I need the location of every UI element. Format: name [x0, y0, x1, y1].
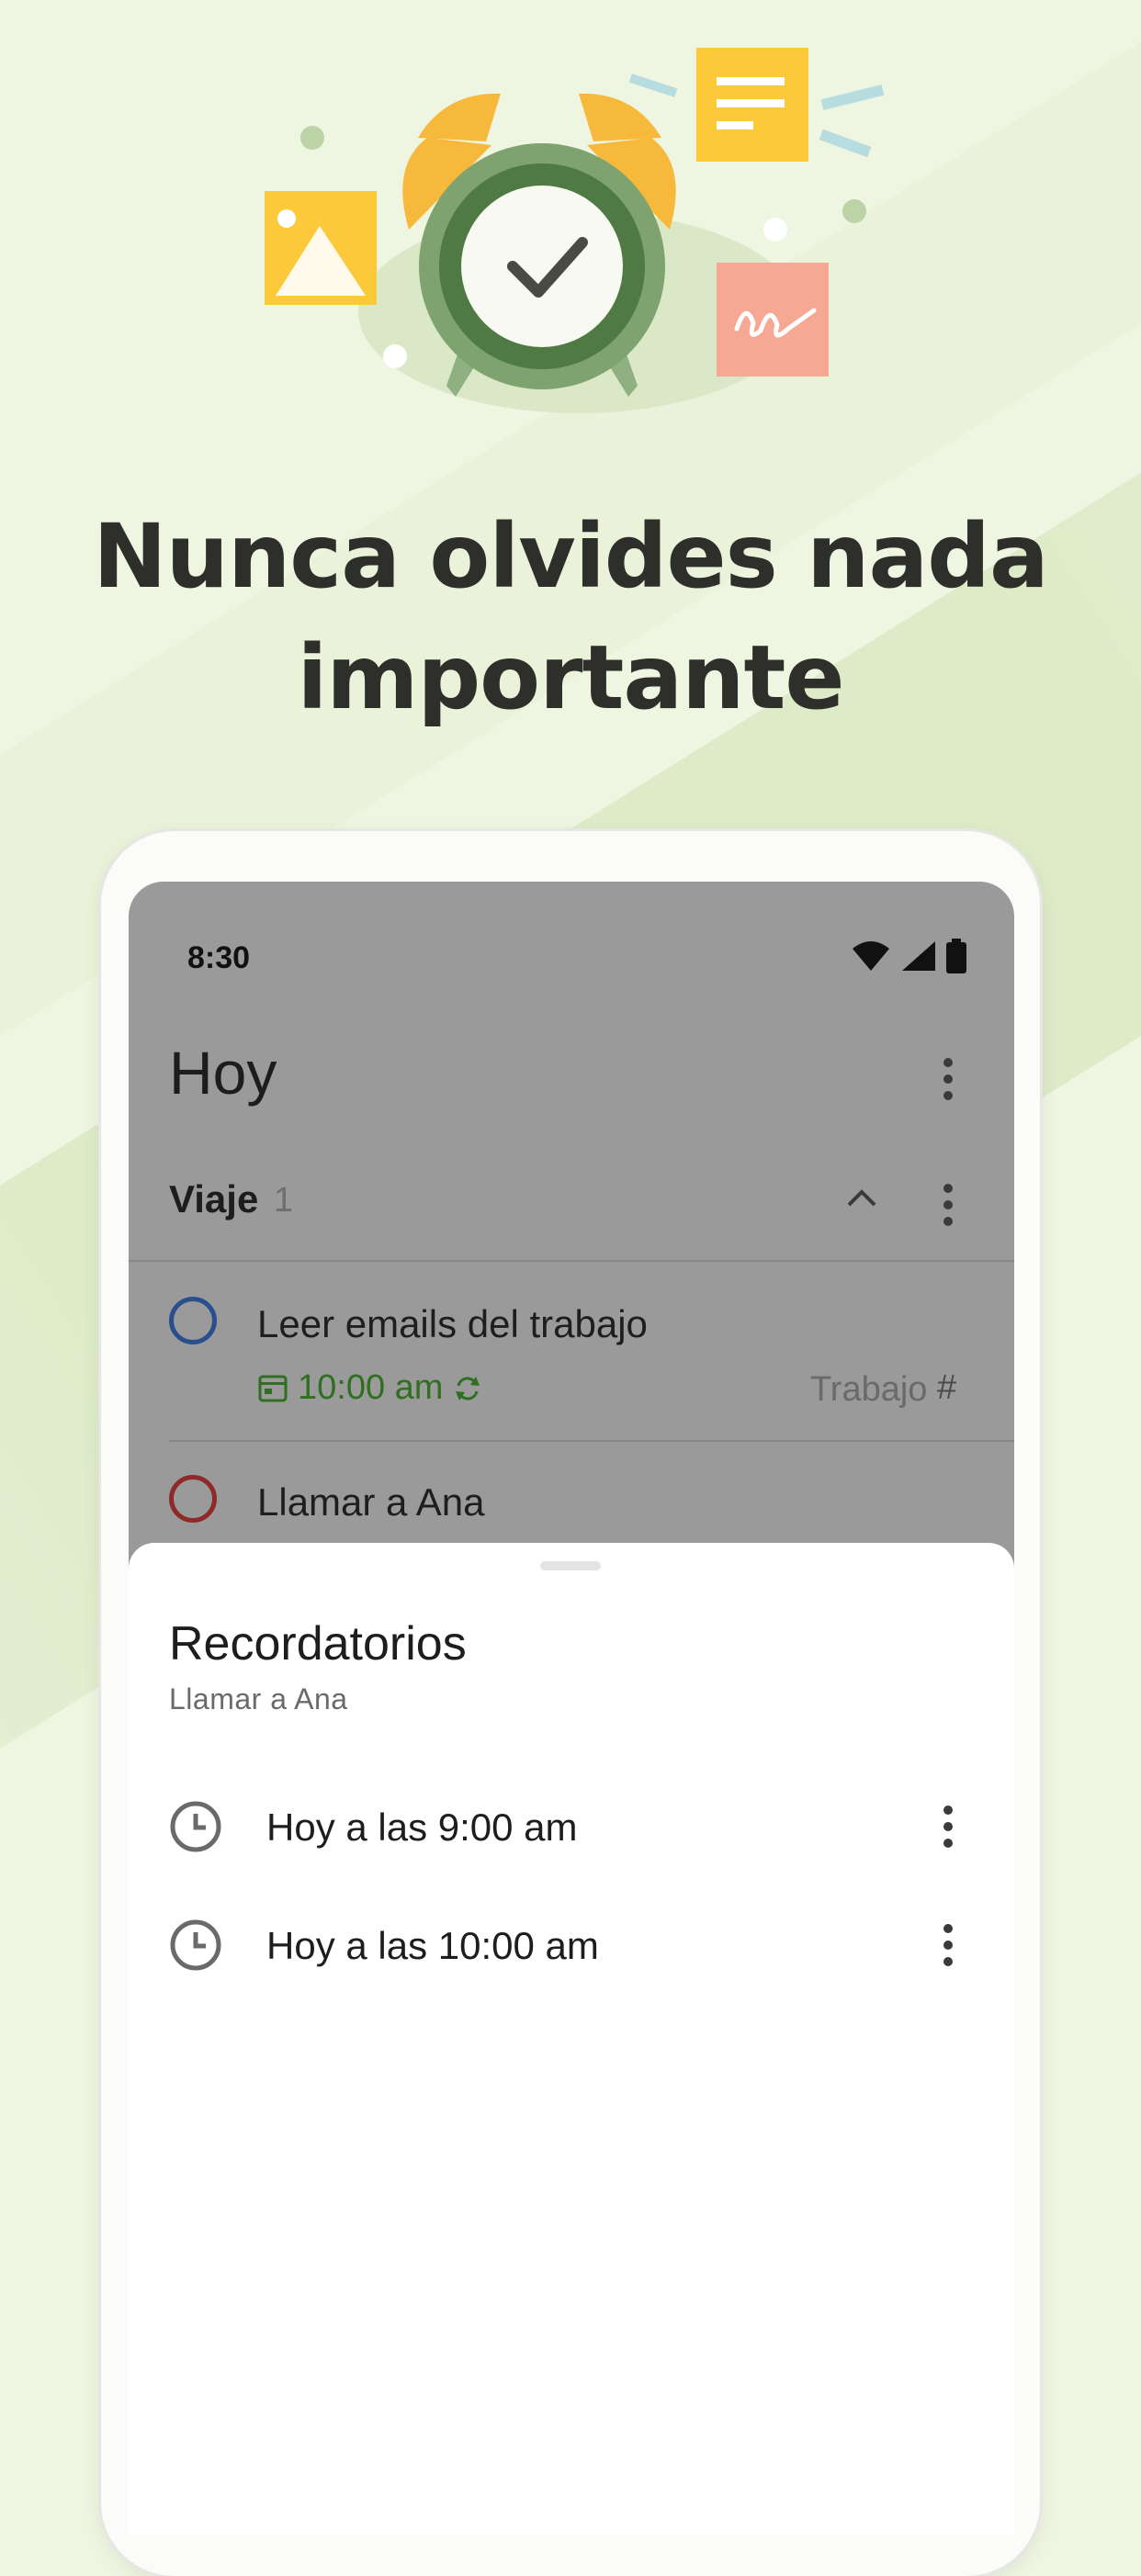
- task-checkbox[interactable]: [169, 1297, 217, 1344]
- drag-handle[interactable]: [540, 1561, 601, 1570]
- clock-icon: [170, 1801, 221, 1852]
- handwriting-note-icon: [717, 263, 829, 377]
- dot-icon: [300, 126, 324, 150]
- image-note-icon: [265, 191, 377, 305]
- headline-line-2: importante: [297, 626, 845, 729]
- reminder-item[interactable]: Hoy a las 10:00 am: [129, 1895, 1014, 1996]
- reminder-text: Hoy a las 10:00 am: [266, 1924, 599, 1967]
- status-time: 8:30: [187, 940, 251, 975]
- dot-icon: [842, 199, 866, 223]
- page-title: Hoy: [169, 1039, 277, 1107]
- headline: Nunca olvides nada importante: [0, 496, 1141, 738]
- divider: [129, 1260, 1014, 1262]
- wifi-icon: [853, 941, 889, 971]
- reminder-text: Hoy a las 9:00 am: [266, 1805, 578, 1849]
- collapse-chevron-icon[interactable]: [843, 1185, 880, 1212]
- status-bar: 8:30: [129, 882, 1014, 992]
- task-project-label: Trabajo: [810, 1370, 928, 1409]
- section-title: Viaje: [169, 1177, 259, 1221]
- sheet-subtitle: Llamar a Ana: [169, 1682, 348, 1715]
- text-note-icon: [696, 48, 808, 162]
- task-checkbox[interactable]: [169, 1475, 217, 1523]
- dot-icon: [763, 218, 787, 242]
- reminder-item[interactable]: Hoy a las 9:00 am: [129, 1776, 1014, 1877]
- status-icons: [851, 939, 966, 973]
- section-count: 1: [274, 1181, 294, 1220]
- more-options-icon[interactable]: [928, 1052, 968, 1107]
- repeat-icon: [456, 1376, 480, 1400]
- sheet-title: Recordatorios: [169, 1617, 467, 1670]
- battery-icon: [946, 939, 966, 973]
- signal-icon: [902, 941, 935, 971]
- task-due: 10:00 am: [257, 1368, 483, 1408]
- reminder-more-options-icon[interactable]: [928, 1918, 968, 1973]
- phone-screen: 8:30 Hoy Viaje 1 Leer emails del trabajo: [129, 882, 1014, 2535]
- reminder-more-options-icon[interactable]: [928, 1799, 968, 1854]
- reminders-bottom-sheet: Recordatorios Llamar a Ana Hoy a las 9:0…: [129, 1543, 1014, 2535]
- task-title: Leer emails del trabajo: [257, 1302, 648, 1345]
- task-title: Llamar a Ana: [257, 1480, 485, 1524]
- hero-illustration: [265, 48, 885, 413]
- dot-icon: [383, 344, 407, 368]
- hashtag-icon: #: [937, 1368, 957, 1407]
- section-more-options-icon[interactable]: [928, 1177, 968, 1232]
- calendar-icon: [258, 1375, 288, 1401]
- task-due-time: 10:00 am: [298, 1368, 444, 1407]
- clock-icon: [170, 1919, 221, 1971]
- divider: [169, 1440, 1014, 1442]
- headline-line-1: Nunca olvides nada: [93, 505, 1049, 608]
